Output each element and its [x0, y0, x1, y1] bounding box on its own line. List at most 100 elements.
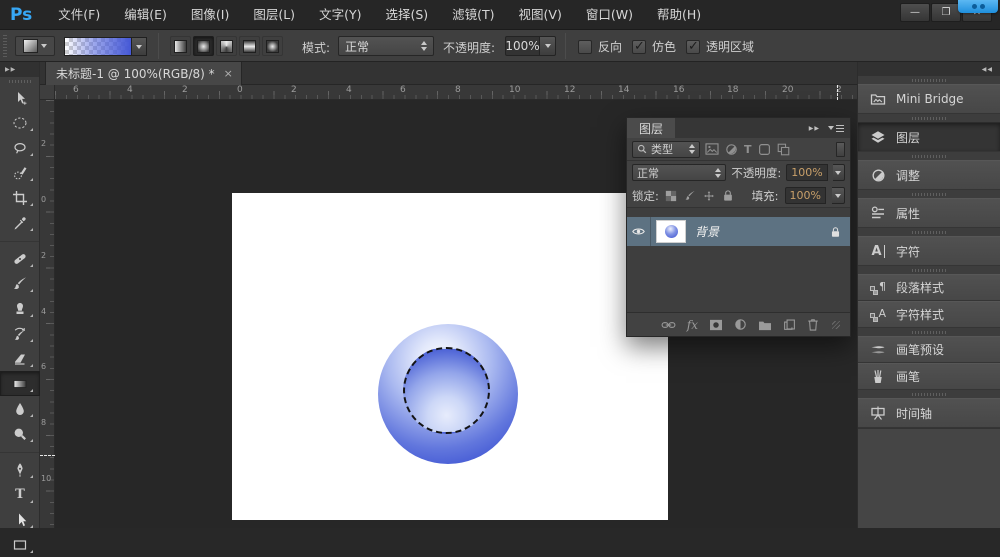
menu-layer[interactable]: 图层(L) — [241, 0, 307, 29]
gradient-tool[interactable] — [0, 371, 40, 396]
dock-grip[interactable] — [858, 266, 1000, 274]
opacity-value-field[interactable]: 100% — [505, 36, 540, 56]
group-folder-icon[interactable] — [758, 319, 772, 331]
gradient-preview[interactable] — [64, 37, 132, 56]
adjustment-layer-icon[interactable] — [734, 318, 747, 331]
close-icon[interactable]: × — [224, 67, 233, 80]
lasso-tool[interactable] — [0, 135, 40, 160]
menu-help[interactable]: 帮助(H) — [645, 0, 713, 29]
dock-item-character[interactable]: A 字符 — [858, 236, 1000, 266]
dodge-tool[interactable] — [0, 421, 40, 446]
eyedropper-tool[interactable] — [0, 210, 40, 235]
vertical-ruler[interactable]: 2 0 2 4 6 8 10 — [40, 100, 55, 528]
dock-item-timeline[interactable]: 时间轴 — [858, 398, 1000, 428]
dock-grip[interactable] — [858, 190, 1000, 198]
lock-all-icon[interactable] — [722, 189, 734, 202]
filter-type-select[interactable]: 类型 — [632, 140, 700, 158]
diamond-gradient-button[interactable] — [262, 36, 283, 56]
menu-view[interactable]: 视图(V) — [507, 0, 574, 29]
dock-item-properties[interactable]: 属性 — [858, 198, 1000, 228]
gradient-picker-dropdown[interactable] — [132, 37, 147, 56]
dock-grip[interactable] — [858, 328, 1000, 336]
opacity-dropdown[interactable] — [540, 36, 556, 56]
blur-tool[interactable] — [0, 396, 40, 421]
dock-item-brush-presets[interactable]: 画笔预设 — [858, 336, 1000, 363]
marching-ants-selection[interactable] — [403, 347, 490, 434]
menu-window[interactable]: 窗口(W) — [574, 0, 645, 29]
layers-tab[interactable]: 图层 — [627, 118, 676, 138]
blend-mode-select[interactable]: 正常 — [338, 36, 434, 56]
collapse-panel-icon[interactable]: ▶▶ — [809, 125, 820, 132]
clone-stamp-tool[interactable] — [0, 296, 40, 321]
maximize-button[interactable]: ❐ — [931, 3, 961, 22]
new-layer-icon[interactable] — [783, 318, 796, 331]
type-filter-icon[interactable]: T — [744, 143, 752, 156]
layer-row-background[interactable]: 背景 — [627, 217, 850, 246]
menu-file[interactable]: 文件(F) — [46, 0, 112, 29]
dock-item-paragraph-styles[interactable]: ¶ 段落样式 — [858, 274, 1000, 301]
dither-checkbox[interactable] — [632, 39, 646, 54]
layer-opacity-field[interactable]: 100% — [786, 164, 828, 181]
filter-toggle-switch[interactable] — [836, 141, 845, 157]
adjustment-filter-icon[interactable] — [725, 143, 738, 156]
tool-preset-picker[interactable] — [15, 36, 55, 56]
options-bar-grip[interactable] — [3, 35, 7, 57]
dock-grip[interactable] — [858, 114, 1000, 122]
dock-item-adjustments[interactable]: 调整 — [858, 160, 1000, 190]
eraser-tool[interactable] — [0, 346, 40, 371]
panel-resize-grip[interactable] — [832, 320, 840, 329]
dock-grip[interactable] — [858, 228, 1000, 236]
angle-gradient-button[interactable] — [216, 36, 237, 56]
lock-transparency-icon[interactable] — [665, 190, 677, 202]
shape-filter-icon[interactable] — [758, 143, 771, 156]
link-layers-icon[interactable] — [661, 320, 676, 330]
dock-grip[interactable] — [858, 390, 1000, 398]
dock-item-character-styles[interactable]: A 字符样式 — [858, 301, 1000, 328]
document-canvas[interactable] — [232, 193, 668, 520]
dock-item-layers[interactable]: 图层 — [858, 122, 1000, 152]
pixel-filter-icon[interactable] — [705, 143, 719, 155]
spot-healing-brush-tool[interactable] — [0, 246, 40, 271]
smart-object-filter-icon[interactable] — [777, 143, 790, 156]
pen-tool[interactable] — [0, 457, 40, 482]
layer-fill-dropdown[interactable] — [832, 187, 845, 204]
dock-item-mini-bridge[interactable]: Mini Bridge — [858, 84, 1000, 114]
type-tool[interactable]: T — [0, 482, 40, 507]
lock-position-icon[interactable] — [703, 190, 715, 202]
dock-item-brush[interactable]: 画笔 — [858, 363, 1000, 390]
layer-opacity-dropdown[interactable] — [832, 164, 845, 181]
elliptical-marquee-tool[interactable] — [0, 110, 40, 135]
minimize-button[interactable]: — — [900, 3, 930, 22]
quick-selection-tool[interactable] — [0, 160, 40, 185]
panel-menu-icon[interactable] — [828, 126, 844, 130]
layer-blend-mode-select[interactable]: 正常 — [632, 164, 727, 181]
dock-grip[interactable] — [858, 76, 1000, 84]
menu-edit[interactable]: 编辑(E) — [112, 0, 179, 29]
layer-visibility-toggle[interactable] — [627, 217, 651, 246]
document-tab[interactable]: 未标题-1 @ 100%(RGB/8) * × — [45, 62, 242, 85]
gradient-sphere[interactable] — [378, 324, 518, 464]
layer-fill-field[interactable]: 100% — [784, 187, 826, 204]
reverse-checkbox[interactable] — [578, 39, 592, 54]
tools-panel-grip[interactable] — [0, 77, 39, 85]
linear-gradient-button[interactable] — [170, 36, 191, 56]
reflected-gradient-button[interactable] — [239, 36, 260, 56]
trash-icon[interactable] — [807, 318, 819, 331]
menu-select[interactable]: 选择(S) — [373, 0, 440, 29]
crop-tool[interactable] — [0, 185, 40, 210]
history-brush-tool[interactable] — [0, 321, 40, 346]
path-selection-tool[interactable] — [0, 507, 40, 532]
lock-pixels-icon[interactable] — [684, 190, 696, 202]
menu-type[interactable]: 文字(Y) — [307, 0, 373, 29]
menu-image[interactable]: 图像(I) — [179, 0, 241, 29]
horizontal-ruler[interactable]: 6 4 2 0 2 4 6 8 10 12 14 16 18 20 2 — [55, 85, 857, 100]
tools-panel-header[interactable]: ▶▶ — [0, 62, 39, 77]
add-mask-icon[interactable] — [709, 319, 723, 331]
layer-thumbnail[interactable] — [656, 220, 686, 243]
menu-filter[interactable]: 滤镜(T) — [440, 0, 506, 29]
brush-tool[interactable] — [0, 271, 40, 296]
move-tool[interactable] — [0, 85, 40, 110]
layer-style-icon[interactable]: fx — [687, 318, 698, 332]
dock-collapse-control[interactable]: ◀◀ — [858, 62, 1000, 76]
dock-grip[interactable] — [858, 152, 1000, 160]
